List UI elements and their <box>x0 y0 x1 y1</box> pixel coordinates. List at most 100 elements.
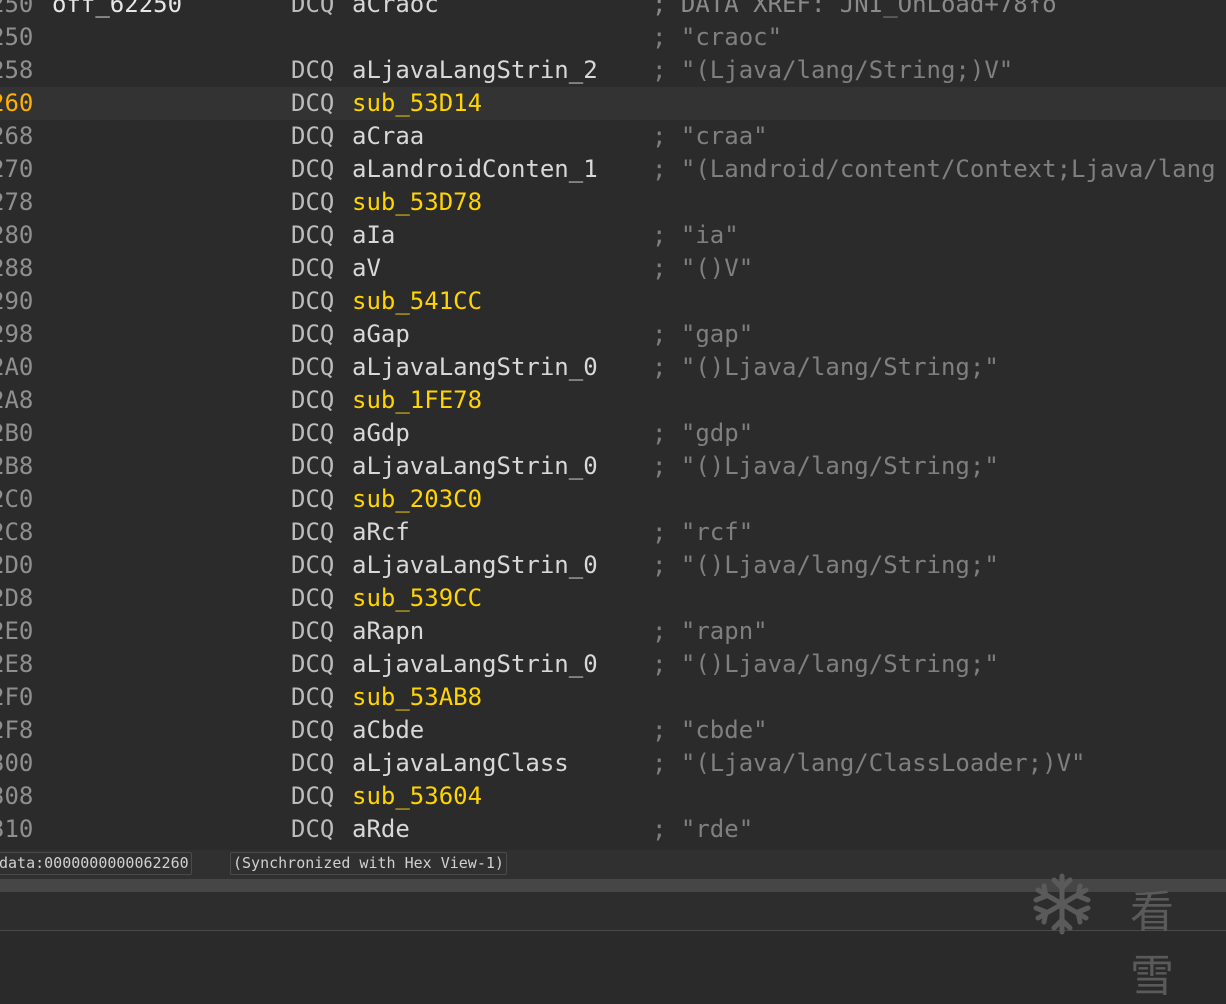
comment-cell: ; "gdp" <box>652 419 754 447</box>
listing-row[interactable]: 2D8 DCQ sub_539CC <box>0 582 1226 615</box>
address-cell: 278 <box>0 188 34 216</box>
comment-cell: ; "()V" <box>652 254 754 282</box>
mnemonic-cell: DCQ <box>291 155 335 183</box>
watermark: 看雪 <box>1030 872 1220 1002</box>
snowflake-icon <box>1033 873 1091 935</box>
string-ref-operand[interactable]: aIa <box>352 219 395 252</box>
address-cell: 270 <box>0 155 34 183</box>
listing-row[interactable]: 250 off_62250 DCQ aCraoc ; DATA XREF: JNI_On… <box>0 0 1226 21</box>
listing-row[interactable]: 280 DCQ aIa ; "ia" <box>0 219 1226 252</box>
listing-row[interactable]: 2D0 DCQ aLjavaLangStrin_0 ; "()Ljava/lang/S… <box>0 549 1226 582</box>
listing-row[interactable]: 2E8 DCQ aLjavaLangStrin_0 ; "()Ljava/lang/S… <box>0 648 1226 681</box>
comment-cell: ; "rde" <box>652 815 754 843</box>
listing-row[interactable]: 278 DCQ sub_53D78 <box>0 186 1226 219</box>
function-ref-operand[interactable]: sub_1FE78 <box>352 384 482 417</box>
function-ref-operand[interactable]: sub_53604 <box>352 780 482 813</box>
string-ref-operand[interactable]: aLjavaLangClass <box>352 747 569 780</box>
function-ref-operand[interactable]: sub_539CC <box>352 582 482 615</box>
string-ref-operand[interactable]: aLjavaLangStrin_0 <box>352 549 598 582</box>
listing-row[interactable]: 258 DCQ aLjavaLangStrin_2 ; "(Ljava/lang/St… <box>0 54 1226 87</box>
mnemonic-cell: DCQ <box>291 221 335 249</box>
mnemonic-cell: DCQ <box>291 0 335 18</box>
listing-row[interactable]: 2E0 DCQ aRapn ; "rapn" <box>0 615 1226 648</box>
comment-cell: ; "(Ljava/lang/String;)V" <box>652 56 1014 84</box>
address-cell: 2A8 <box>0 386 34 414</box>
comment-cell: ; "()Ljava/lang/String;" <box>652 551 999 579</box>
label-cell[interactable]: off_62250 <box>52 0 182 21</box>
string-ref-operand[interactable]: aCbde <box>352 714 424 747</box>
listing-row[interactable]: 310 DCQ aRde ; "rde" <box>0 813 1226 846</box>
function-ref-operand[interactable]: sub_53D14 <box>352 87 482 120</box>
mnemonic-cell: DCQ <box>291 650 335 678</box>
listing-row[interactable]: 268 DCQ aCraa ; "craa" <box>0 120 1226 153</box>
listing-row[interactable]: 2A8 DCQ sub_1FE78 <box>0 384 1226 417</box>
comment-cell: ; "rapn" <box>652 617 768 645</box>
listing-row[interactable]: 250 ; "craoc" <box>0 21 1226 54</box>
string-ref-operand[interactable]: aLandroidConten_1 <box>352 153 598 186</box>
address-cell: 260 <box>0 89 34 117</box>
listing-row[interactable]: 288 DCQ aV ; "()V" <box>0 252 1226 285</box>
address-cell: 2E8 <box>0 650 34 678</box>
string-ref-operand[interactable]: aLjavaLangStrin_0 <box>352 648 598 681</box>
string-ref-operand[interactable]: aLjavaLangStrin_2 <box>352 54 598 87</box>
listing-row[interactable]: 2B0 DCQ aGdp ; "gdp" <box>0 417 1226 450</box>
function-ref-operand[interactable]: sub_203C0 <box>352 483 482 516</box>
address-cell: 250 <box>0 23 34 51</box>
address-cell: 280 <box>0 221 34 249</box>
string-ref-operand[interactable]: aCraa <box>352 120 424 153</box>
address-cell: 2E0 <box>0 617 34 645</box>
listing-row[interactable]: 2A0 DCQ aLjavaLangStrin_0 ; "()Ljava/lang/S… <box>0 351 1226 384</box>
function-ref-operand[interactable]: sub_541CC <box>352 285 482 318</box>
listing-row[interactable]: 2C0 DCQ sub_203C0 <box>0 483 1226 516</box>
current-address-status: data:0000000000062260 <box>0 852 192 875</box>
string-ref-operand[interactable]: aGap <box>352 318 410 351</box>
mnemonic-cell: DCQ <box>291 518 335 546</box>
mnemonic-cell: DCQ <box>291 452 335 480</box>
mnemonic-cell: DCQ <box>291 485 335 513</box>
address-cell: 2C8 <box>0 518 34 546</box>
mnemonic-cell: DCQ <box>291 749 335 777</box>
mnemonic-cell: DCQ <box>291 254 335 282</box>
listing-row[interactable]: 2F8 DCQ aCbde ; "cbde" <box>0 714 1226 747</box>
address-cell: 2D0 <box>0 551 34 579</box>
listing-row[interactable]: 2B8 DCQ aLjavaLangStrin_0 ; "()Ljava/lang/S… <box>0 450 1226 483</box>
mnemonic-cell: DCQ <box>291 551 335 579</box>
comment-cell: ; "craa" <box>652 122 768 150</box>
watermark-text: 看雪 <box>1130 887 1176 1002</box>
address-cell: 2C0 <box>0 485 34 513</box>
listing-row[interactable]: 300 DCQ aLjavaLangClass ; "(Ljava/lang/Clas… <box>0 747 1226 780</box>
address-cell: 2B8 <box>0 452 34 480</box>
listing-row[interactable]: 298 DCQ aGap ; "gap" <box>0 318 1226 351</box>
comment-cell: ; "(Landroid/content/Context;Ljava/lang <box>652 155 1216 183</box>
mnemonic-cell: DCQ <box>291 89 335 117</box>
mnemonic-cell: DCQ <box>291 584 335 612</box>
disassembly-listing[interactable]: 250 off_62250 DCQ aCraoc ; DATA XREF: JNI_On… <box>0 0 1226 850</box>
string-ref-operand[interactable]: aRcf <box>352 516 410 549</box>
comment-cell: ; "craoc" <box>652 23 783 51</box>
address-cell: 258 <box>0 56 34 84</box>
comment-cell: ; "()Ljava/lang/String;" <box>652 650 999 678</box>
string-ref-operand[interactable]: aCraoc <box>352 0 439 21</box>
mnemonic-cell: DCQ <box>291 386 335 414</box>
function-ref-operand[interactable]: sub_53AB8 <box>352 681 482 714</box>
string-ref-operand[interactable]: aGdp <box>352 417 410 450</box>
mnemonic-cell: DCQ <box>291 419 335 447</box>
listing-row[interactable]: 270 DCQ aLandroidConten_1 ; "(Landroid/cont… <box>0 153 1226 186</box>
string-ref-operand[interactable]: aRde <box>352 813 410 846</box>
listing-row[interactable]: 308 DCQ sub_53604 <box>0 780 1226 813</box>
listing-row-current[interactable]: 260 DCQ sub_53D14 <box>0 87 1226 120</box>
mnemonic-cell: DCQ <box>291 56 335 84</box>
listing-row[interactable]: 2F0 DCQ sub_53AB8 <box>0 681 1226 714</box>
xref-comment: ; DATA XREF: JNI_OnLoad+78↑o <box>652 0 1057 18</box>
function-ref-operand[interactable]: sub_53D78 <box>352 186 482 219</box>
string-ref-operand[interactable]: aLjavaLangStrin_0 <box>352 450 598 483</box>
string-ref-operand[interactable]: aV <box>352 252 381 285</box>
listing-row[interactable]: 2C8 DCQ aRcf ; "rcf" <box>0 516 1226 549</box>
mnemonic-cell: DCQ <box>291 188 335 216</box>
mnemonic-cell: DCQ <box>291 782 335 810</box>
address-cell: 310 <box>0 815 34 843</box>
listing-row[interactable]: 290 DCQ sub_541CC <box>0 285 1226 318</box>
string-ref-operand[interactable]: aRapn <box>352 615 424 648</box>
string-ref-operand[interactable]: aLjavaLangStrin_0 <box>352 351 598 384</box>
comment-cell: ; "cbde" <box>652 716 768 744</box>
